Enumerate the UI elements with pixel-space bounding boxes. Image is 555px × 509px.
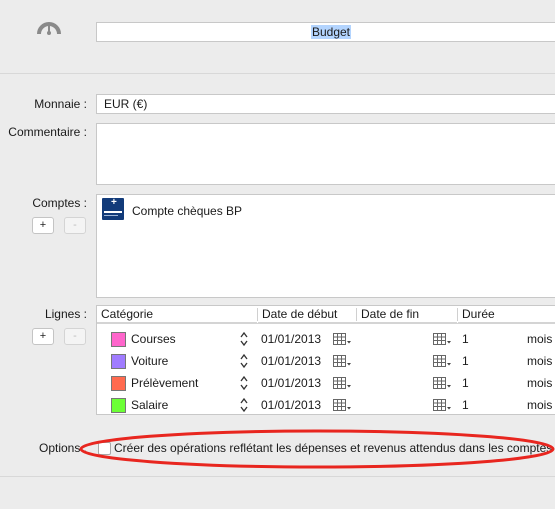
- column-header-date-debut[interactable]: Date de début: [258, 306, 358, 323]
- monnaie-label: Monnaie :: [34, 97, 87, 111]
- calendar-icon[interactable]: [433, 377, 453, 390]
- calendar-icon[interactable]: [333, 399, 353, 412]
- calendar-icon[interactable]: [333, 333, 353, 346]
- table-row[interactable]: Prélèvement 01/01/2013 1 mois: [97, 372, 555, 394]
- start-date[interactable]: 01/01/2013: [261, 397, 321, 413]
- category-name: Salaire: [131, 398, 169, 412]
- bank-logo-icon: +: [102, 198, 124, 220]
- add-account-button[interactable]: +: [32, 217, 54, 234]
- account-name: Compte chèques BP: [132, 204, 243, 218]
- lines-rows: Courses 01/01/2013 1 mois Voiture 01/01/2013 1…: [97, 323, 555, 415]
- calendar-icon[interactable]: [433, 333, 453, 346]
- gauge-icon: [37, 22, 61, 35]
- account-item[interactable]: + Compte chèques BP: [97, 195, 555, 225]
- duration-value[interactable]: 1: [462, 331, 469, 347]
- category-stepper-icon[interactable]: [239, 351, 249, 371]
- currency-field[interactable]: EUR (€): [96, 94, 555, 114]
- calendar-icon[interactable]: [433, 399, 453, 412]
- duration-unit[interactable]: mois: [527, 397, 552, 413]
- category-color-swatch[interactable]: [111, 332, 126, 347]
- start-date[interactable]: 01/01/2013: [261, 353, 321, 369]
- category-name: Courses: [131, 332, 176, 346]
- duration-unit[interactable]: mois: [527, 375, 552, 391]
- calendar-icon[interactable]: [433, 355, 453, 368]
- column-header-categorie[interactable]: Catégorie: [97, 306, 257, 323]
- start-date[interactable]: 01/01/2013: [261, 375, 321, 391]
- accounts-list: + Compte chèques BP: [96, 194, 555, 298]
- add-line-button[interactable]: +: [32, 328, 54, 345]
- comment-textarea[interactable]: [96, 123, 555, 185]
- comptes-label: Comptes :: [32, 196, 87, 210]
- calendar-icon[interactable]: [333, 377, 353, 390]
- table-row[interactable]: Courses 01/01/2013 1 mois: [97, 328, 555, 350]
- duration-value[interactable]: 1: [462, 375, 469, 391]
- start-date[interactable]: 01/01/2013: [261, 331, 321, 347]
- category-name: Voiture: [131, 354, 169, 368]
- category-stepper-icon[interactable]: [239, 395, 249, 415]
- category-stepper-icon[interactable]: [239, 373, 249, 393]
- budget-name-field[interactable]: Budget: [96, 22, 555, 42]
- lines-table: Catégorie Date de début Date de fin Duré…: [96, 305, 555, 415]
- category-color-swatch[interactable]: [111, 354, 126, 369]
- budget-name-value: Budget: [310, 25, 352, 39]
- remove-account-button[interactable]: -: [64, 217, 86, 234]
- column-header-duree[interactable]: Durée: [458, 306, 555, 323]
- table-row[interactable]: Salaire 01/01/2013 1 mois: [97, 394, 555, 415]
- category-name: Prélèvement: [131, 376, 199, 390]
- footer-bar: [0, 476, 555, 509]
- duration-unit[interactable]: mois: [527, 353, 552, 369]
- category-color-swatch[interactable]: [111, 398, 126, 413]
- calendar-icon[interactable]: [333, 355, 353, 368]
- duration-unit[interactable]: mois: [527, 331, 552, 347]
- category-stepper-icon[interactable]: [239, 329, 249, 349]
- category-color-swatch[interactable]: [111, 376, 126, 391]
- highlight-ellipse: [79, 429, 555, 469]
- duration-value[interactable]: 1: [462, 397, 469, 413]
- commentaire-label: Commentaire :: [8, 125, 87, 139]
- table-row[interactable]: Voiture 01/01/2013 1 mois: [97, 350, 555, 372]
- duration-value[interactable]: 1: [462, 353, 469, 369]
- column-header-date-fin[interactable]: Date de fin: [357, 306, 457, 323]
- lignes-label: Lignes :: [44, 307, 87, 321]
- remove-line-button[interactable]: -: [64, 328, 86, 345]
